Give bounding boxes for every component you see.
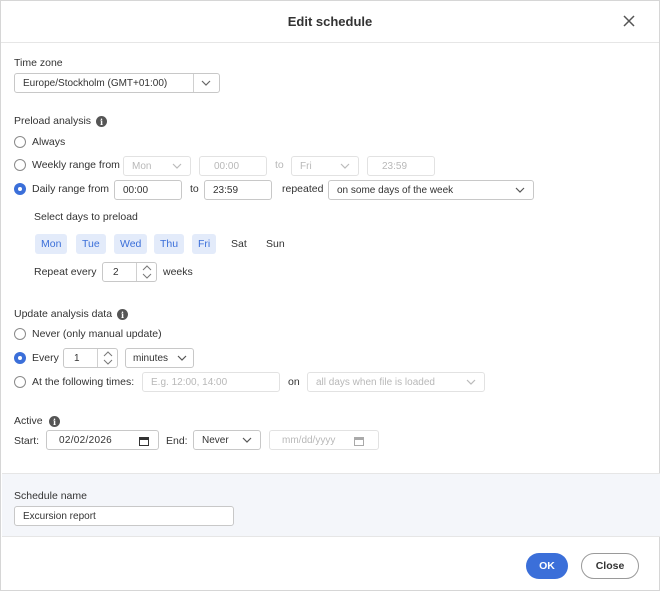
- end-mode-select[interactable]: Never: [193, 430, 261, 450]
- weekly-to-label: to: [275, 159, 284, 171]
- weekly-to-time-value: 23:59: [382, 160, 408, 172]
- time-zone-select[interactable]: Europe/Stockholm (GMT+01:00): [14, 73, 220, 93]
- chevron-down-icon: [515, 187, 525, 193]
- radio-preload-weekly[interactable]: [14, 159, 26, 171]
- update-unit-select[interactable]: minutes: [125, 348, 194, 368]
- preload-always-label: Always: [32, 136, 66, 148]
- calendar-icon[interactable]: [139, 436, 149, 446]
- preload-weekly-label: Weekly range from: [32, 159, 120, 171]
- info-icon[interactable]: i: [117, 309, 128, 320]
- edit-schedule-dialog: Edit schedule Time zone Europe/Stockholm…: [0, 0, 660, 591]
- chevron-down-icon: [177, 355, 187, 361]
- update-on-select[interactable]: all days when file is loaded: [307, 372, 485, 392]
- stepper-up-down-icon: [142, 265, 152, 279]
- chevron-down-icon: [466, 379, 476, 385]
- daily-to-time-input[interactable]: 23:59: [204, 180, 272, 200]
- preload-daily-label: Daily range from: [32, 183, 110, 195]
- radio-update-every[interactable]: [14, 352, 26, 364]
- active-label: Active: [14, 415, 43, 427]
- weekly-to-day-value: Fri: [300, 160, 312, 172]
- update-unit-value: minutes: [133, 352, 169, 364]
- weekly-to-time-input[interactable]: 23:59: [367, 156, 435, 176]
- weekly-from-day-value: Mon: [132, 160, 152, 172]
- ok-button[interactable]: OK: [526, 553, 568, 579]
- start-date-value: 02/02/2026: [59, 434, 113, 446]
- chevron-down-icon: [201, 80, 211, 86]
- repeated-select[interactable]: on some days of the week: [328, 180, 534, 200]
- stepper-up-down-icon: [103, 351, 113, 365]
- schedule-name-label: Schedule name: [14, 490, 87, 502]
- update-analysis-label: Update analysis data: [14, 308, 113, 320]
- start-label: Start:: [14, 435, 40, 447]
- daily-from-time-value: 00:00: [123, 184, 149, 196]
- repeated-value: on some days of the week: [337, 184, 454, 196]
- daily-to-label: to: [190, 183, 199, 195]
- preload-analysis-label: Preload analysis: [14, 115, 92, 127]
- chevron-down-icon: [242, 437, 252, 443]
- end-date-placeholder: mm/dd/yyyy: [282, 434, 336, 446]
- update-times-placeholder: E.g. 12:00, 14:00: [151, 376, 228, 388]
- daily-from-time-input[interactable]: 00:00: [114, 180, 182, 200]
- time-zone-label: Time zone: [14, 57, 63, 69]
- schedule-name-input[interactable]: Excursion report: [14, 506, 234, 526]
- select-days-label: Select days to preload: [34, 211, 138, 223]
- radio-update-never[interactable]: [14, 328, 26, 340]
- close-button[interactable]: Close: [581, 553, 639, 579]
- day-toggle-sun[interactable]: Sun: [260, 234, 291, 254]
- update-on-value: all days when file is loaded: [316, 376, 435, 388]
- repeat-every-value: 2: [113, 267, 119, 278]
- weekly-from-day-select[interactable]: Mon: [123, 156, 191, 176]
- update-times-label: At the following times:: [32, 376, 135, 388]
- day-toggle-wed[interactable]: Wed: [114, 234, 148, 254]
- schedule-name-value: Excursion report: [23, 510, 96, 522]
- dialog-title: Edit schedule: [287, 14, 373, 29]
- info-icon[interactable]: i: [96, 116, 107, 127]
- day-toggle-thu[interactable]: Thu: [154, 234, 185, 254]
- chevron-down-icon: [172, 163, 182, 169]
- day-toggle-mon[interactable]: Mon: [35, 234, 68, 254]
- update-every-stepper[interactable]: 1: [63, 348, 118, 368]
- repeat-every-label: Repeat every: [34, 266, 97, 278]
- end-date-input[interactable]: mm/dd/yyyy: [269, 430, 379, 450]
- info-icon[interactable]: i: [49, 416, 60, 427]
- radio-preload-always[interactable]: [14, 136, 26, 148]
- end-mode-value: Never: [202, 434, 229, 446]
- update-every-value: 1: [74, 353, 80, 364]
- stepper-arrows[interactable]: [97, 349, 117, 367]
- repeat-every-stepper[interactable]: 2: [102, 262, 157, 282]
- radio-preload-daily[interactable]: [14, 183, 26, 195]
- calendar-icon[interactable]: [354, 436, 364, 446]
- weekly-from-time-value: 00:00: [214, 160, 240, 172]
- daily-to-time-value: 23:59: [213, 184, 239, 196]
- start-date-input[interactable]: 02/02/2026: [46, 430, 159, 450]
- day-toggle-sat[interactable]: Sat: [225, 234, 253, 254]
- repeated-label: repeated: [282, 183, 324, 195]
- chevron-down-icon: [340, 163, 350, 169]
- day-toggle-tue[interactable]: Tue: [76, 234, 106, 254]
- time-zone-value: Europe/Stockholm (GMT+01:00): [23, 77, 168, 89]
- update-never-label: Never (only manual update): [32, 328, 162, 340]
- close-icon[interactable]: [621, 13, 637, 29]
- radio-update-times[interactable]: [14, 376, 26, 388]
- update-every-label: Every: [32, 352, 59, 364]
- dialog-header: Edit schedule: [1, 1, 659, 43]
- weeks-label: weeks: [163, 266, 193, 278]
- update-on-label: on: [288, 376, 300, 388]
- schedule-name-section: [2, 473, 660, 537]
- end-label: End:: [166, 435, 188, 447]
- weekly-from-time-input[interactable]: 00:00: [199, 156, 267, 176]
- day-toggle-fri[interactable]: Fri: [192, 234, 217, 254]
- stepper-arrows[interactable]: [136, 263, 156, 281]
- update-times-input[interactable]: E.g. 12:00, 14:00: [142, 372, 280, 392]
- weekly-to-day-select[interactable]: Fri: [291, 156, 359, 176]
